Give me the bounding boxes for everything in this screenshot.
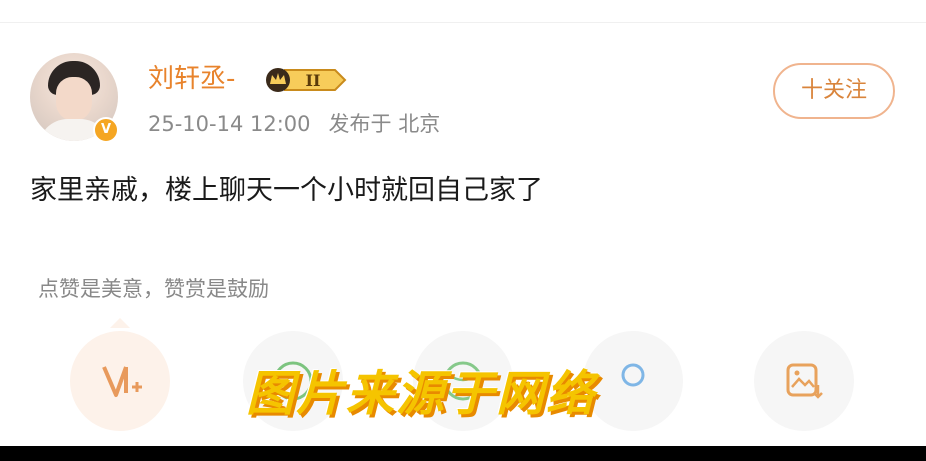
top-divider (0, 22, 926, 23)
follow-button[interactable]: 十关注 (773, 63, 895, 119)
level-badge-text: II (306, 71, 321, 90)
v-plus-button[interactable] (70, 331, 170, 431)
watermark-text: 图片来源于网络 (246, 366, 597, 422)
avatar-face (56, 77, 92, 121)
post-meta: 25-10-14 12:00 发布于 北京 (148, 110, 440, 138)
gift-button[interactable] (583, 331, 683, 431)
post-timestamp: 25-10-14 12:00 (148, 112, 311, 136)
post-content: 家里亲戚，楼上聊天一个小时就回自己家了 (30, 175, 543, 206)
username[interactable]: 刘轩丞- (148, 62, 235, 96)
bottom-bar (0, 446, 926, 461)
level-badge-icon: II (266, 68, 347, 92)
support-hint: 点赞是美意，赞赏是鼓励 (38, 277, 269, 301)
tip-arrow (110, 318, 130, 328)
image-download-button[interactable] (754, 331, 854, 431)
verified-badge-icon: V (93, 117, 119, 143)
gift-icon (621, 363, 645, 387)
image-download-icon (786, 363, 823, 399)
published-prefix: 发布于 (328, 112, 392, 136)
v-plus-icon (102, 366, 142, 397)
post-location: 北京 (398, 112, 441, 136)
